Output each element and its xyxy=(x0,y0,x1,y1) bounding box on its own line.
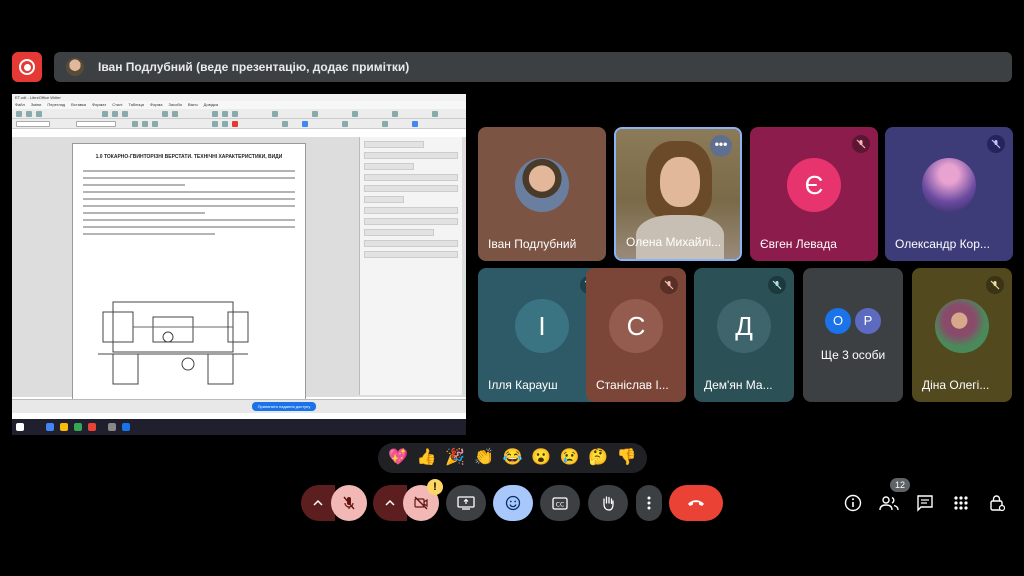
participants-count-badge: 12 xyxy=(890,478,910,492)
captions-button[interactable]: CC xyxy=(540,485,580,521)
participant-avatar: С xyxy=(609,299,663,353)
participant-name: Олександр Кор... xyxy=(895,237,990,251)
reaction-party[interactable]: 🎉 xyxy=(443,446,467,470)
mic-options-chevron-icon[interactable] xyxy=(301,485,335,521)
presenter-text: Іван Подлубний (веде презентацію, додає … xyxy=(98,60,410,74)
raise-hand-button[interactable] xyxy=(588,485,628,521)
shared-toolbar-2 xyxy=(12,119,466,129)
reactions-bar: 💖 👍 🎉 👏 😂 😮 😢 🤔 👎 xyxy=(378,443,647,473)
participant-photo xyxy=(935,299,989,353)
chat-icon[interactable] xyxy=(912,490,938,516)
tile-others[interactable]: О Р Ще 3 особи xyxy=(803,268,903,402)
participant-name: Дем'ян Ма... xyxy=(704,378,773,392)
reaction-heart[interactable]: 💖 xyxy=(386,446,410,470)
tile-olena[interactable]: ••• Олена Михайлі... xyxy=(614,127,742,261)
reaction-thumbs-up[interactable]: 👍 xyxy=(415,446,439,470)
other-avatar-o: О xyxy=(825,308,851,334)
recording-icon[interactable] xyxy=(12,52,42,82)
shared-doc-page: 1.0 ТОКАРНО-ГВИНТОРІЗНІ ВЕРСТАТИ. ТЕХНІЧ… xyxy=(72,143,306,401)
lathe-drawing xyxy=(98,301,249,385)
camera-warning-badge: ! xyxy=(427,479,443,495)
people-icon[interactable] xyxy=(876,490,902,516)
mic-off-icon xyxy=(986,276,1004,294)
mic-off-icon xyxy=(768,276,786,294)
presenter-bar: Іван Подлубний (веде презентацію, додає … xyxy=(54,52,1012,82)
presenter-avatar xyxy=(66,58,84,76)
more-options-button[interactable] xyxy=(636,485,662,521)
shared-window-title: ЕТ.odt - LibreOffice Writer xyxy=(12,94,466,101)
participant-avatar: І xyxy=(515,299,569,353)
mic-off-icon xyxy=(660,276,678,294)
more-options-icon[interactable]: ••• xyxy=(710,135,732,157)
mic-toggle-button[interactable] xyxy=(331,485,367,521)
info-icon[interactable] xyxy=(840,490,866,516)
other-avatar-r: Р xyxy=(855,308,881,334)
shared-sidebar xyxy=(359,137,462,395)
reaction-laugh[interactable]: 😂 xyxy=(500,446,524,470)
shared-statusbar: Припинити надання доступу xyxy=(12,399,466,413)
tile-dina[interactable]: Діна Олегі... xyxy=(912,268,1012,402)
reaction-thumbs-down[interactable]: 👎 xyxy=(615,446,639,470)
present-screen-button[interactable] xyxy=(446,485,486,521)
participant-name: Олена Михайлі... xyxy=(626,235,722,249)
tile-yevhen[interactable]: Є Євген Левада xyxy=(750,127,878,261)
tile-oleksandr[interactable]: Олександр Кор... xyxy=(885,127,1013,261)
others-label: Ще 3 особи xyxy=(820,348,886,362)
host-controls-lock-icon[interactable] xyxy=(984,490,1010,516)
tile-demian[interactable]: Д Дем'ян Ма... xyxy=(694,268,794,402)
shared-doc-area: 1.0 ТОКАРНО-ГВИНТОРІЗНІ ВЕРСТАТИ. ТЕХНІЧ… xyxy=(12,137,466,401)
reaction-sad[interactable]: 😢 xyxy=(558,446,582,470)
activities-icon[interactable] xyxy=(948,490,974,516)
emoji-button[interactable] xyxy=(493,485,533,521)
mic-off-icon xyxy=(987,135,1005,153)
svg-text:CC: CC xyxy=(556,501,564,508)
shared-doc-heading: 1.0 ТОКАРНО-ГВИНТОРІЗНІ ВЕРСТАТИ. ТЕХНІЧ… xyxy=(95,154,283,160)
camera-options-chevron-icon[interactable] xyxy=(373,485,407,521)
tile-ivan[interactable]: Іван Подлубний xyxy=(478,127,606,261)
participant-name: Євген Левада xyxy=(760,237,837,251)
stop-sharing-button[interactable]: Припинити надання доступу xyxy=(252,402,316,411)
mic-off-icon xyxy=(852,135,870,153)
camera-toggle-button[interactable]: ! xyxy=(403,479,443,521)
participant-name: Станіслав І... xyxy=(596,378,669,392)
tile-stanislav[interactable]: С Станіслав І... xyxy=(586,268,686,402)
leave-call-button[interactable] xyxy=(669,485,723,521)
participant-photo xyxy=(922,158,976,212)
reaction-surprised[interactable]: 😮 xyxy=(529,446,553,470)
shared-menu: Файл Зміни Перегляд Вставка Формат Стилі Табли… xyxy=(12,101,466,109)
participant-avatar: Є xyxy=(787,158,841,212)
shared-taskbar xyxy=(12,419,466,435)
participant-avatar: Д xyxy=(717,299,771,353)
shared-screen: ЕТ.odt - LibreOffice Writer Файл Зміни Пер… xyxy=(12,94,466,435)
reaction-clap[interactable]: 👏 xyxy=(472,446,496,470)
reaction-thinking[interactable]: 🤔 xyxy=(586,446,610,470)
participant-name: Іван Подлубний xyxy=(488,237,577,251)
shared-toolbar-1 xyxy=(12,109,466,119)
participant-photo xyxy=(515,158,569,212)
participant-name: Діна Олегі... xyxy=(922,378,990,392)
participant-name: Ілля Карауш xyxy=(488,378,558,392)
